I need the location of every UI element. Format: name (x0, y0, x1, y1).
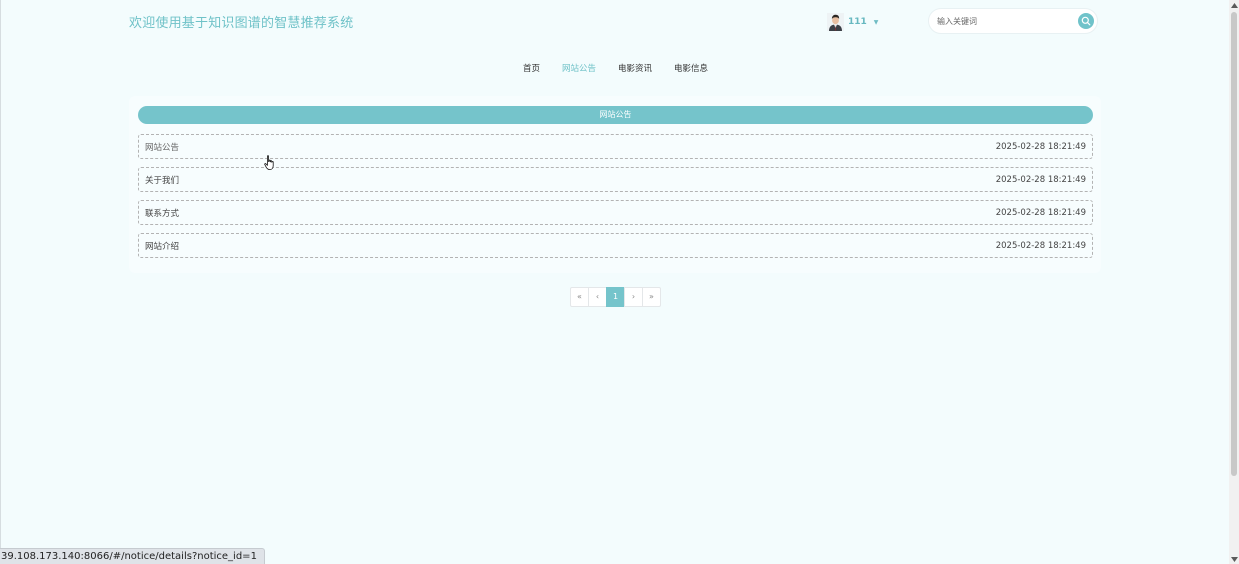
page: 欢迎使用基于知识图谱的智慧推荐系统 111 ▼ 首页 网站公告 电影资讯 (0, 0, 1229, 564)
search-button[interactable] (1078, 13, 1094, 29)
list-item[interactable]: 网站公告 2025-02-28 18:21:49 (138, 134, 1093, 159)
vertical-scrollbar[interactable] (1229, 0, 1239, 564)
search-box (928, 8, 1098, 34)
scroll-down-icon[interactable] (1229, 554, 1239, 564)
notice-time: 2025-02-28 18:21:49 (995, 240, 1086, 251)
site-title: 欢迎使用基于知识图谱的智慧推荐系统 (129, 16, 354, 31)
username: 111 (848, 17, 867, 27)
list-item[interactable]: 关于我们 2025-02-28 18:21:49 (138, 167, 1093, 192)
status-bar-url: 39.108.173.140:8066/#/notice/details?not… (0, 548, 265, 564)
notice-time: 2025-02-28 18:21:49 (995, 207, 1086, 218)
user-menu[interactable]: 111 ▼ (827, 12, 878, 32)
main-nav: 首页 网站公告 电影资讯 电影信息 (1, 62, 1230, 74)
chevron-down-icon[interactable]: ▼ (874, 19, 879, 26)
notice-time: 2025-02-28 18:21:49 (995, 174, 1086, 185)
nav-notices[interactable]: 网站公告 (562, 62, 596, 74)
section-heading: 网站公告 (138, 106, 1093, 124)
prev-page-button[interactable]: ‹ (588, 287, 607, 307)
search-input[interactable] (929, 9, 1069, 33)
nav-movie-news[interactable]: 电影资讯 (618, 62, 652, 74)
first-page-button[interactable]: « (570, 287, 589, 307)
next-page-button[interactable]: › (624, 287, 643, 307)
page-1-button[interactable]: 1 (606, 287, 625, 307)
scrollbar-thumb[interactable] (1231, 12, 1237, 476)
scroll-up-icon[interactable] (1229, 0, 1239, 10)
list-item[interactable]: 联系方式 2025-02-28 18:21:49 (138, 200, 1093, 225)
notice-list: 网站公告 2025-02-28 18:21:49 关于我们 2025-02-28… (138, 134, 1093, 266)
notice-title: 网站公告 (145, 142, 180, 153)
pagination: « ‹ 1 › » (570, 287, 661, 307)
hand-cursor-icon (264, 155, 274, 170)
nav-home[interactable]: 首页 (523, 62, 540, 74)
notice-title: 关于我们 (145, 175, 180, 186)
notice-title: 网站介绍 (145, 241, 180, 252)
avatar (827, 13, 844, 31)
last-page-button[interactable]: » (642, 287, 661, 307)
notice-time: 2025-02-28 18:21:49 (995, 141, 1086, 152)
list-item[interactable]: 网站介绍 2025-02-28 18:21:49 (138, 233, 1093, 258)
nav-movie-info[interactable]: 电影信息 (674, 62, 708, 74)
notice-panel: 网站公告 网站公告 2025-02-28 18:21:49 关于我们 2025-… (129, 96, 1101, 273)
notice-title: 联系方式 (145, 208, 180, 219)
search-icon (1081, 16, 1091, 26)
